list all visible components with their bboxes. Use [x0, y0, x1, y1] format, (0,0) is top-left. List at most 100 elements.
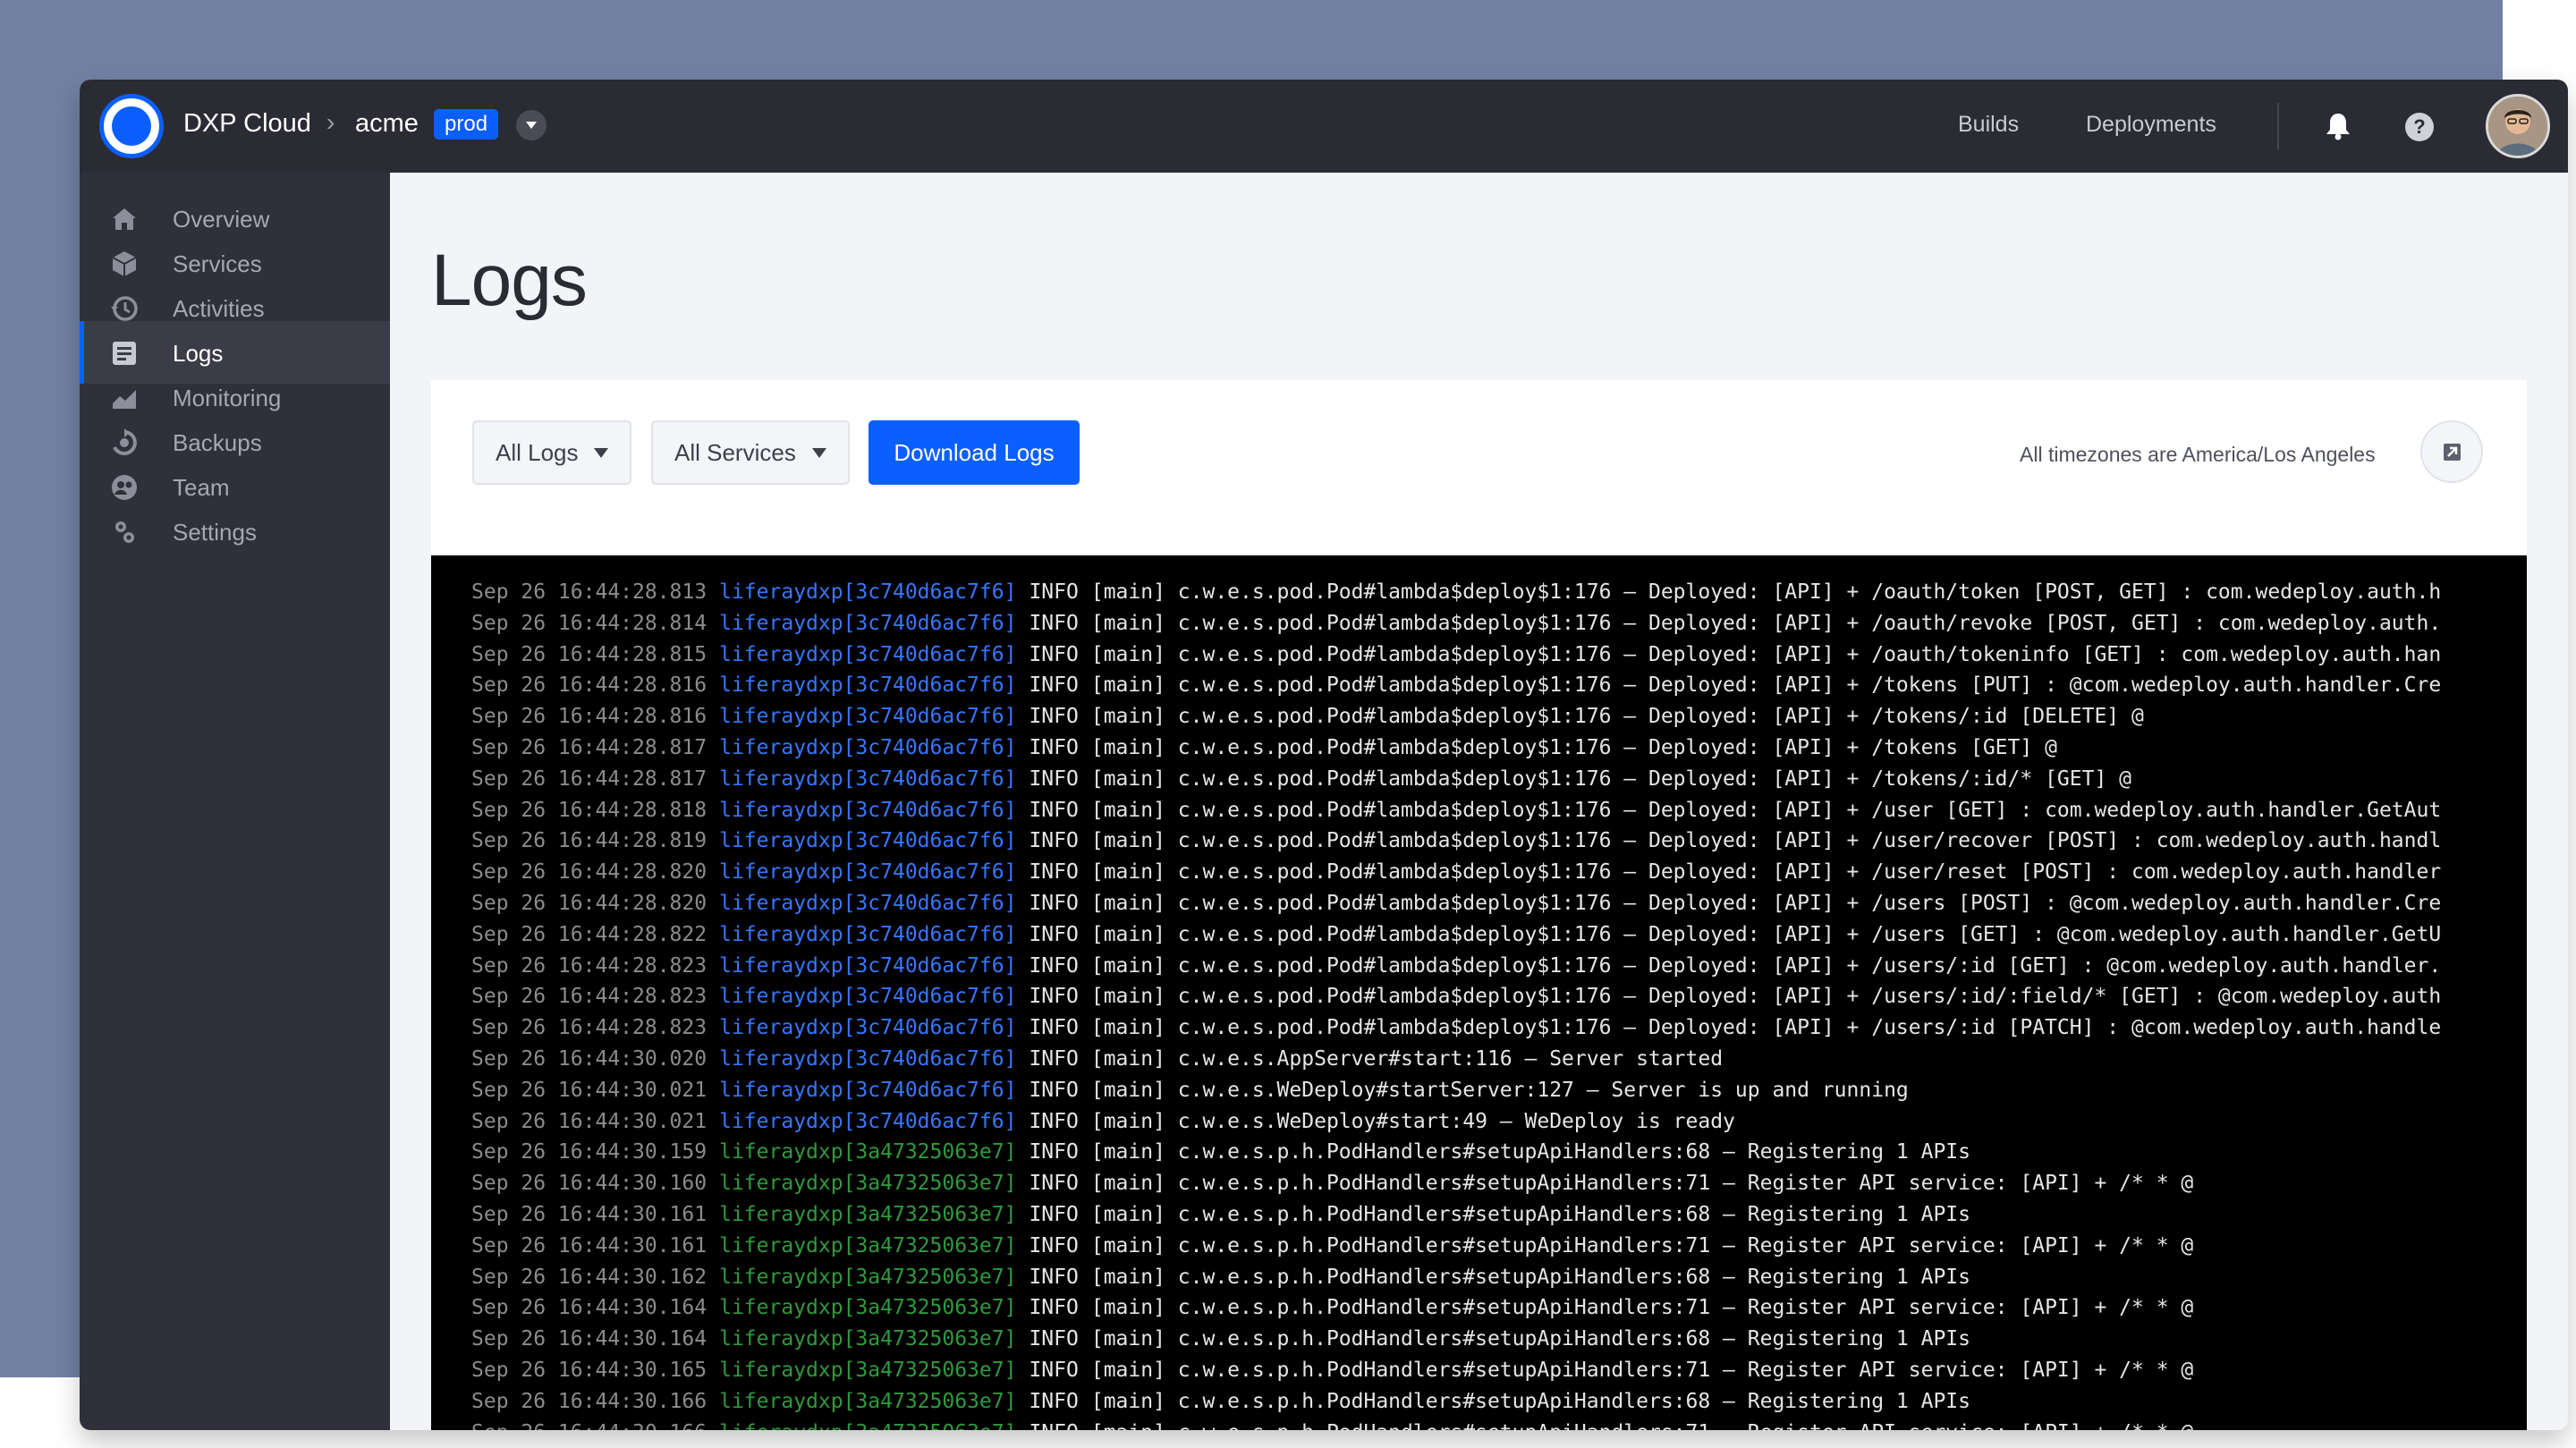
log-source: liferaydxp[3c740d6ac7f6] — [719, 705, 1017, 729]
log-line: Sep 26 16:44:30.164 liferaydxp[3a47325063… — [471, 1292, 2520, 1324]
sidebar-item-label: Services — [173, 250, 262, 277]
log-level: INFO — [1029, 1327, 1079, 1351]
log-level: INFO — [1029, 953, 1079, 978]
top-bar: DXP Cloud › acme prod Builds Deployments… — [80, 80, 2568, 173]
log-message: [main] c.w.e.s.pod.Pod#lambda$deploy$1:1… — [1090, 735, 2057, 759]
log-source: liferaydxp[3a47325063e7] — [719, 1389, 1017, 1413]
sidebar-item-label: Settings — [173, 519, 257, 546]
log-line: Sep 26 16:44:28.816 liferaydxp[3c740d6ac7… — [471, 701, 2520, 732]
log-message: [main] c.w.e.s.pod.Pod#lambda$deploy$1:1… — [1090, 891, 2442, 915]
log-level: INFO — [1029, 1202, 1079, 1226]
log-timestamp: Sep 26 16:44:30.166 — [471, 1389, 708, 1413]
page-title: Logs — [431, 240, 588, 321]
log-timestamp: Sep 26 16:44:28.817 — [471, 735, 708, 759]
log-source: liferaydxp[3a47325063e7] — [719, 1421, 1016, 1430]
log-line: Sep 26 16:44:30.166 liferaydxp[3a47325063… — [471, 1386, 2520, 1418]
log-line: Sep 26 16:44:28.820 liferaydxp[3c740d6ac7… — [471, 857, 2520, 888]
log-message: [main] c.w.e.s.p.h.PodHandlers#setupApiH… — [1090, 1358, 2194, 1382]
log-level: INFO — [1029, 1389, 1079, 1413]
bell-icon[interactable] — [2325, 112, 2351, 140]
log-line: Sep 26 16:44:28.818 liferaydxp[3c740d6ac7… — [471, 795, 2520, 826]
sidebar-item-label: Backups — [173, 429, 262, 456]
log-source: liferaydxp[3a47325063e7] — [719, 1172, 1017, 1196]
log-line: Sep 26 16:44:30.021 liferaydxp[3c740d6ac7… — [471, 1106, 2520, 1138]
sidebar-item-settings[interactable]: Settings — [80, 500, 390, 563]
help-icon[interactable]: ? — [2405, 113, 2434, 141]
log-timestamp: Sep 26 16:44:28.815 — [471, 642, 708, 666]
brand-name[interactable]: DXP Cloud — [183, 109, 311, 139]
log-source: liferaydxp[3c740d6ac7f6] — [719, 735, 1017, 759]
external-link-icon — [2444, 444, 2461, 461]
log-source: liferaydxp[3c740d6ac7f6] — [719, 922, 1017, 946]
log-level: INFO — [1029, 798, 1079, 822]
nav-builds-link[interactable]: Builds — [1958, 112, 2019, 138]
log-line: Sep 26 16:44:28.817 liferaydxp[3c740d6ac7… — [471, 764, 2520, 795]
log-source: liferaydxp[3c740d6ac7f6] — [719, 1046, 1017, 1071]
log-message: [main] c.w.e.s.p.h.PodHandlers#setupApiH… — [1090, 1233, 2194, 1257]
log-level: INFO — [1029, 860, 1079, 885]
log-level: INFO — [1029, 673, 1079, 698]
log-timestamp: Sep 26 16:44:28.822 — [471, 922, 708, 946]
log-level: INFO — [1029, 611, 1079, 635]
log-type-select[interactable]: All Logs — [472, 420, 631, 485]
log-level: INFO — [1029, 1421, 1078, 1430]
log-line: Sep 26 16:44:30.164 liferaydxp[3a47325063… — [471, 1324, 2520, 1355]
log-message: [main] c.w.e.s.p.h.PodHandlers#setupApiH… — [1090, 1389, 1970, 1413]
log-level: INFO — [1029, 1109, 1079, 1133]
log-level: INFO — [1029, 642, 1079, 666]
log-source: liferaydxp[3a47325063e7] — [719, 1202, 1017, 1226]
log-message: [main] c.w.e.s.p.h.PodHandlers#setupApiH… — [1090, 1202, 1970, 1226]
log-timestamp: Sep 26 16:44:30.020 — [471, 1046, 708, 1071]
log-message: [main] c.w.e.s.p.h.PodHandlers#setupApiH… — [1091, 1421, 2193, 1430]
log-timestamp: Sep 26 16:44:28.816 — [471, 705, 708, 729]
log-line: Sep 26 16:44:28.823 liferaydxp[3c740d6ac7… — [471, 981, 2520, 1012]
download-logs-button[interactable]: Download Logs — [869, 420, 1080, 485]
sidebar-item-label: Team — [173, 474, 230, 501]
log-timestamp: Sep 26 16:44:28.818 — [471, 798, 708, 822]
log-source: liferaydxp[3c740d6ac7f6] — [719, 673, 1017, 698]
log-message: [main] c.w.e.s.p.h.PodHandlers#setupApiH… — [1090, 1296, 2194, 1320]
sidebar: Overview Services Activities Logs Monito… — [80, 173, 390, 1430]
log-level: INFO — [1029, 705, 1079, 729]
log-message: [main] c.w.e.s.p.h.PodHandlers#setupApiH… — [1090, 1172, 2194, 1196]
caret-down-icon — [812, 448, 826, 458]
log-timestamp: Sep 26 16:44:28.823 — [471, 953, 708, 978]
app-window: DXP Cloud › acme prod Builds Deployments… — [80, 80, 2568, 1430]
log-source: liferaydxp[3a47325063e7] — [719, 1327, 1017, 1351]
header-divider — [2277, 103, 2279, 149]
environment-dropdown-chevron-down-icon[interactable] — [516, 110, 547, 140]
log-message: [main] c.w.e.s.pod.Pod#lambda$deploy$1:1… — [1090, 798, 2442, 822]
log-type-select-value: All Logs — [496, 439, 579, 466]
chevron-right-icon: › — [326, 108, 335, 136]
log-level: INFO — [1029, 1233, 1079, 1257]
log-line: Sep 26 16:44:30.161 liferaydxp[3a47325063… — [471, 1199, 2520, 1231]
expand-logs-button[interactable] — [2420, 420, 2483, 483]
log-message: [main] c.w.e.s.WeDeploy#startServer:127 … — [1090, 1078, 1909, 1102]
service-select[interactable]: All Services — [651, 420, 850, 485]
dxp-cloud-logo-icon[interactable] — [99, 94, 164, 158]
log-message: [main] c.w.e.s.pod.Pod#lambda$deploy$1:1… — [1090, 611, 2442, 635]
log-source: liferaydxp[3c740d6ac7f6] — [719, 985, 1017, 1009]
log-message: [main] c.w.e.s.pod.Pod#lambda$deploy$1:1… — [1090, 860, 2442, 885]
logs-toolbar: All Logs All Services Download Logs All … — [431, 380, 2527, 555]
log-message: [main] c.w.e.s.pod.Pod#lambda$deploy$1:1… — [1090, 1016, 2442, 1040]
log-message: [main] c.w.e.s.p.h.PodHandlers#setupApiH… — [1090, 1327, 1970, 1351]
history-icon — [111, 296, 138, 321]
log-source: liferaydxp[3c740d6ac7f6] — [719, 1016, 1017, 1040]
log-source: liferaydxp[3a47325063e7] — [719, 1265, 1017, 1289]
user-avatar[interactable] — [2486, 94, 2550, 158]
chart-line-icon — [113, 390, 136, 409]
log-source: liferaydxp[3c740d6ac7f6] — [719, 766, 1017, 791]
log-level: INFO — [1029, 829, 1079, 853]
log-line: Sep 26 16:44:28.820 liferaydxp[3c740d6ac7… — [471, 888, 2520, 919]
team-icon — [112, 475, 137, 500]
log-source: liferaydxp[3c740d6ac7f6] — [719, 953, 1017, 978]
project-name[interactable]: acme — [355, 109, 419, 139]
log-output-panel[interactable]: Sep 26 16:44:28.813 liferaydxp[3c740d6ac7… — [431, 555, 2527, 1430]
log-line: Sep 26 16:44:30.160 liferaydxp[3a47325063… — [471, 1168, 2520, 1199]
environment-badge[interactable]: prod — [434, 109, 499, 140]
log-line: Sep 26 16:44:28.823 liferaydxp[3c740d6ac7… — [471, 951, 2520, 982]
log-timestamp: Sep 26 16:44:28.823 — [471, 985, 708, 1009]
nav-deployments-link[interactable]: Deployments — [2086, 112, 2216, 138]
log-message: [main] c.w.e.s.pod.Pod#lambda$deploy$1:1… — [1090, 985, 2442, 1009]
